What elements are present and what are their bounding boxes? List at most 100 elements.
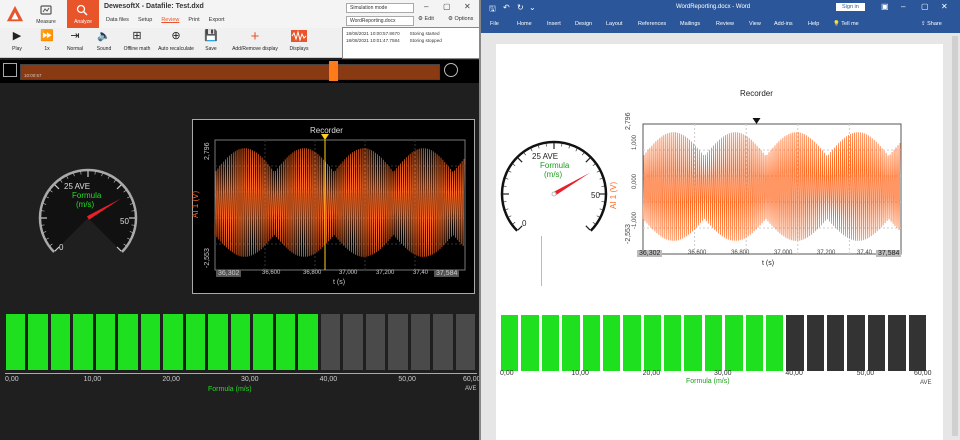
bar-segment <box>765 315 784 371</box>
menu-export[interactable]: Export <box>209 17 225 23</box>
word-document-page[interactable]: 25 AVE Formula (m/s) 0 50 Recorder AI 1 … <box>496 44 943 440</box>
options-button[interactable]: ⚙ Options <box>448 16 473 22</box>
tab-view[interactable]: View <box>749 21 761 27</box>
left-gauge-unit: (m/s) <box>76 200 95 209</box>
left-bar-xlabel: Formula (m/s) <box>208 386 252 393</box>
bar-segment <box>725 315 743 371</box>
menu-print[interactable]: Print <box>188 17 199 23</box>
tab-home[interactable]: Home <box>517 21 532 27</box>
dewesoft-window: Measure Analyze DewesoftX - Datafile: Te… <box>0 0 481 440</box>
left-gauge[interactable] <box>30 160 150 260</box>
menu-data-files[interactable]: Data files <box>106 17 129 23</box>
displays-icon <box>286 30 312 43</box>
tab-references[interactable]: References <box>638 21 666 27</box>
play-button[interactable]: ▶ Play <box>6 30 28 56</box>
sound-label: Sound <box>96 46 112 52</box>
mode-analyze-button[interactable]: Analyze <box>67 0 99 28</box>
menu-setup[interactable]: Setup <box>138 17 152 23</box>
gauge-anchor-line <box>541 236 542 286</box>
mode-measure-button[interactable]: Measure <box>31 0 61 28</box>
document-name-field[interactable]: WordReporting.docx <box>346 16 414 26</box>
event-log: 18/08/2021 10:00:57.8670 Storing started … <box>342 27 480 59</box>
save-icon[interactable]: 🖫 <box>489 3 496 17</box>
normal-icon: ⇥ <box>70 30 80 42</box>
bar-tick-label: 60,00 <box>914 370 932 377</box>
normal-label: Normal <box>66 46 84 52</box>
timeline-start-handle[interactable] <box>3 63 17 77</box>
customize-icon[interactable]: ⌄ <box>529 3 536 12</box>
redo-icon[interactable]: ↻ <box>517 3 524 12</box>
timeline-end-button[interactable] <box>444 63 458 77</box>
tab-help[interactable]: Help <box>808 21 819 27</box>
tab-add-ins[interactable]: Add-ins <box>774 21 793 27</box>
share-button[interactable]: ⇪ Share <box>921 21 942 27</box>
bar-segment <box>73 314 93 370</box>
left-gauge-label: 25 AVE <box>64 182 91 191</box>
minimize-icon[interactable]: – <box>424 2 428 11</box>
right-gauge-tick-0: 0 <box>522 219 527 228</box>
tab-design[interactable]: Design <box>575 21 592 27</box>
auto-recalculate-button[interactable]: ⊕ Auto recalculate <box>156 30 196 56</box>
menu-review[interactable]: Review <box>161 17 179 23</box>
timeline-cursor[interactable] <box>329 61 338 81</box>
left-recorder-x-tick: 36,800 <box>303 270 322 276</box>
add-remove-display-button[interactable]: + Add/Remove display <box>228 29 282 56</box>
word-ribbon-tabs: File Home Insert Design Layout Reference… <box>481 17 960 33</box>
bar-tick-label: 20,00 <box>642 370 661 377</box>
bar-tick-label: 50,00 <box>398 376 416 383</box>
save-label: Save <box>205 46 217 52</box>
left-recorder-plot[interactable] <box>193 120 476 295</box>
bar-segment <box>433 314 453 370</box>
tab-mailings[interactable]: Mailings <box>680 21 700 27</box>
gauge-tick <box>575 148 578 152</box>
ribbon-options-icon[interactable]: ▣ <box>881 2 889 11</box>
right-recorder-x-start: 36,302 <box>637 250 663 257</box>
gauge-tick <box>581 152 585 156</box>
bar-segment <box>623 315 641 371</box>
tab-layout[interactable]: Layout <box>606 21 623 27</box>
maximize-icon[interactable]: ▢ <box>921 2 929 11</box>
minimize-icon[interactable]: – <box>901 2 905 11</box>
right-gauge <box>500 140 608 232</box>
bar-segment <box>684 315 702 371</box>
speed-button[interactable]: ⏩ 1x <box>36 30 58 56</box>
right-recorder-ylabel: AI 1 (V) <box>609 181 618 209</box>
left-recorder-x-end: 37,584 <box>434 270 460 277</box>
gauge-tick <box>596 170 600 173</box>
save-button[interactable]: 💾 Save <box>201 30 221 56</box>
tell-me-box[interactable]: 💡 Tell me <box>833 21 859 27</box>
sign-in-button[interactable]: Sign in <box>836 3 865 11</box>
tab-insert[interactable]: Insert <box>547 21 561 27</box>
options-label: Options <box>454 16 474 22</box>
bar-tick-label: 50,00 <box>856 370 875 377</box>
left-recorder-y-bottom: -2,553 <box>204 248 211 268</box>
right-bar-display <box>500 315 928 371</box>
timeline-overview[interactable] <box>20 64 440 80</box>
left-bar-display[interactable] <box>5 314 477 370</box>
right-gauge-name: Formula <box>540 161 570 170</box>
tab-file[interactable]: File <box>490 21 499 27</box>
close-icon[interactable]: ✕ <box>941 2 948 11</box>
normal-button[interactable]: ⇥ Normal <box>62 30 88 56</box>
bar-segment <box>888 315 906 371</box>
left-recorder-x-tick: 37,40 <box>413 270 429 276</box>
left-gauge-name: Formula <box>72 191 102 200</box>
sound-button[interactable]: 🔈 Sound <box>93 30 115 56</box>
displays-button[interactable]: Displays <box>286 30 312 56</box>
tab-review[interactable]: Review <box>716 21 734 27</box>
close-icon[interactable]: ✕ <box>464 2 471 11</box>
offline-math-button[interactable]: ⊞ Offline math <box>120 30 154 56</box>
analyze-icon <box>76 4 88 16</box>
gauge-tick <box>568 145 571 149</box>
bar-tick-label: 30,00 <box>241 376 259 383</box>
word-scrollbar[interactable] <box>952 36 958 436</box>
left-recorder-ylabel: AI 1 (V) <box>191 190 200 218</box>
undo-icon[interactable]: ↶ <box>503 3 510 12</box>
left-recorder-panel[interactable] <box>192 119 475 294</box>
edit-button[interactable]: ⚙ Edit <box>418 16 434 22</box>
maximize-icon[interactable]: ▢ <box>443 2 451 11</box>
right-gauge-label: 25 AVE <box>532 152 559 161</box>
right-recorder-plot <box>642 118 902 255</box>
bar-segment <box>230 314 251 370</box>
simulation-mode-field[interactable]: Simulation mode <box>346 3 414 13</box>
